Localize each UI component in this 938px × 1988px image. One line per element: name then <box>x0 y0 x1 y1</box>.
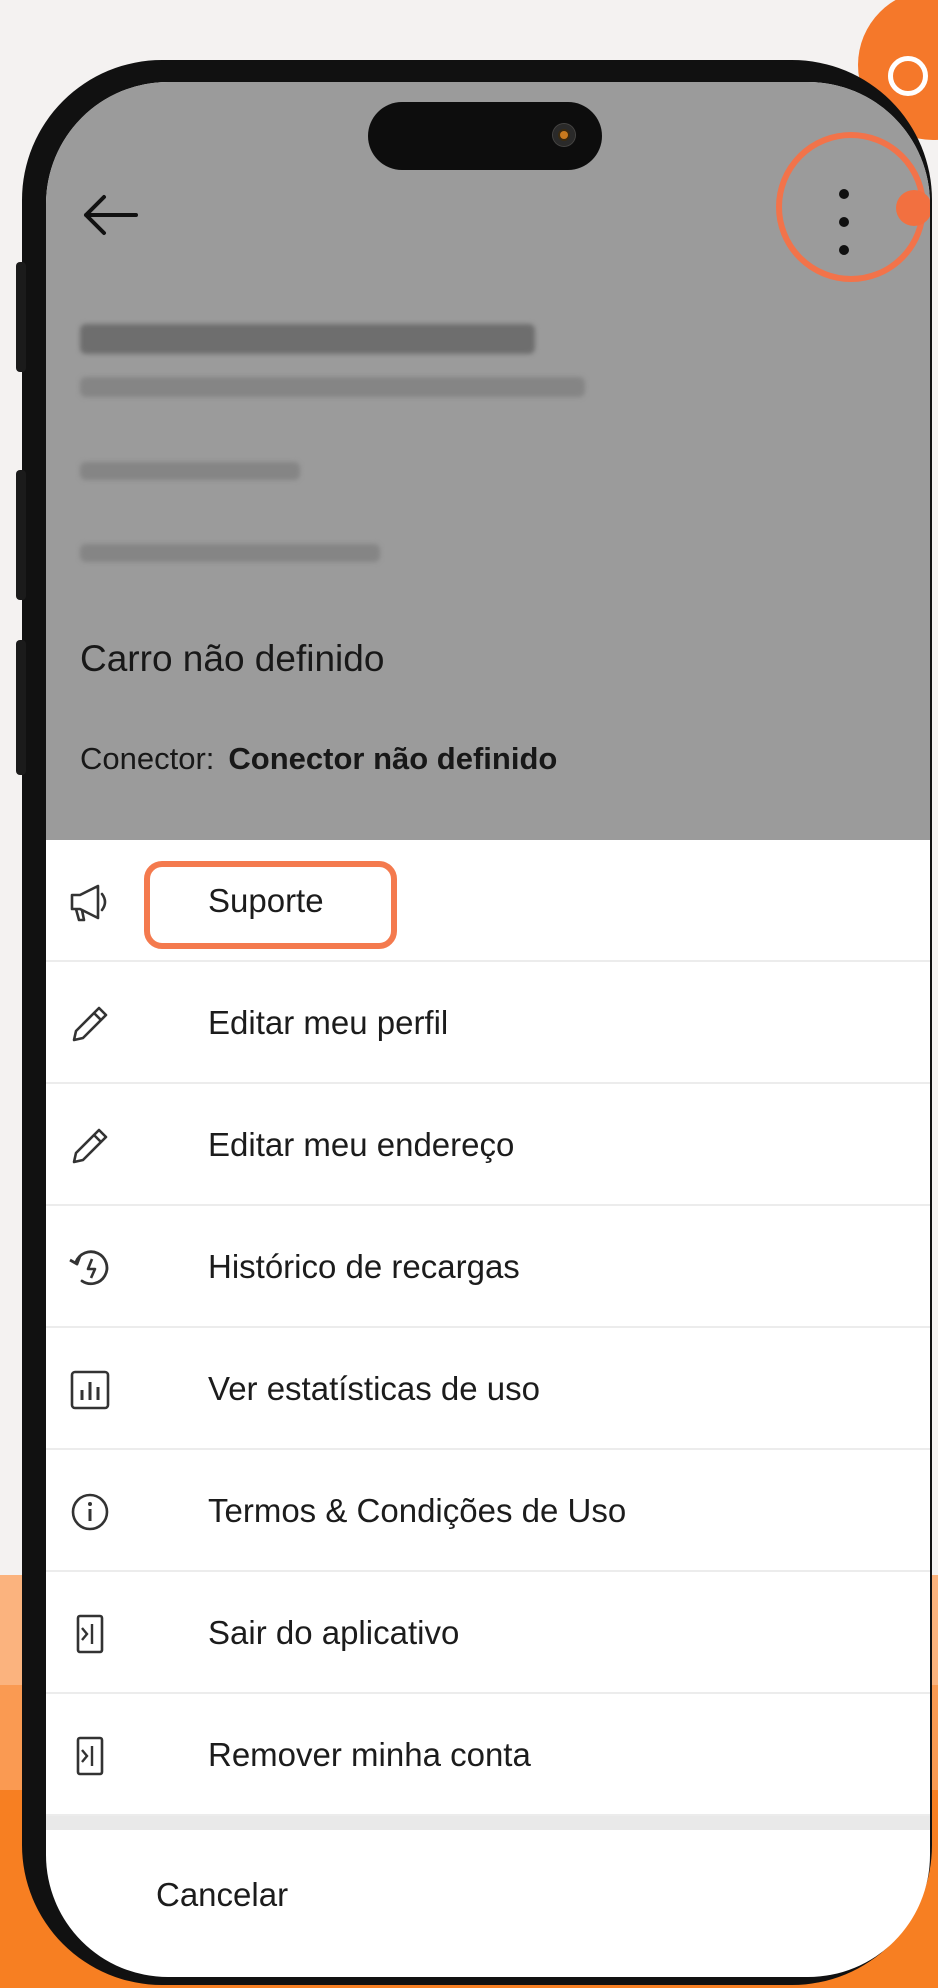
camera-icon <box>553 124 575 146</box>
menu-item-label: Termos & Condições de Uso <box>208 1492 627 1529</box>
connector-value: Conector não definido <box>228 741 558 776</box>
exit-icon <box>76 1614 104 1654</box>
pencil-icon <box>72 1128 108 1164</box>
menu-item-label: Suporte <box>208 882 324 919</box>
menu-item-logout[interactable]: Sair do aplicativo <box>46 1572 930 1694</box>
history-icon <box>69 1250 109 1286</box>
menu-item-recharge-history[interactable]: Histórico de recargas <box>46 1206 930 1328</box>
pencil-icon <box>72 1006 108 1042</box>
arrow-left-icon[interactable] <box>80 192 140 238</box>
menu-item-label: Ver estatísticas de uso <box>208 1370 541 1407</box>
menu-item-support[interactable]: Suporte <box>46 840 930 962</box>
info-icon <box>71 1493 109 1531</box>
profile-overlay: Carro não definido Conector: Conector não… <box>46 82 930 840</box>
blurred-user-cpf <box>80 544 380 562</box>
menu-item-edit-profile[interactable]: Editar meu perfil <box>46 962 930 1084</box>
menu-divider <box>46 1816 930 1830</box>
bar-chart-icon <box>70 1370 110 1410</box>
options-menu: Suporte Editar meu perfil Editar meu end… <box>46 840 930 1970</box>
highlight-connector-dot <box>896 190 930 226</box>
car-status: Carro não definido <box>80 638 385 679</box>
blurred-user-phone <box>80 462 300 480</box>
exit-icon <box>76 1736 104 1776</box>
phone-side-button <box>16 640 26 775</box>
blurred-user-name <box>80 324 535 354</box>
dynamic-island <box>368 102 602 170</box>
menu-item-label: Editar meu endereço <box>208 1126 515 1163</box>
connector-status: Conector: Conector não definido <box>80 741 557 777</box>
menu-item-usage-stats[interactable]: Ver estatísticas de uso <box>46 1328 930 1450</box>
menu-item-label: Histórico de recargas <box>208 1248 520 1285</box>
cancel-button[interactable]: Cancelar <box>46 1830 930 1970</box>
phone-side-button <box>16 262 26 372</box>
menu-item-terms[interactable]: Termos & Condições de Uso <box>46 1450 930 1572</box>
phone-side-button <box>16 470 26 600</box>
cancel-label: Cancelar <box>156 1876 289 1913</box>
menu-item-label: Remover minha conta <box>208 1736 531 1773</box>
menu-item-remove-account[interactable]: Remover minha conta <box>46 1694 930 1816</box>
menu-item-edit-address[interactable]: Editar meu endereço <box>46 1084 930 1206</box>
phone-screen: Carro não definido Conector: Conector não… <box>46 82 930 1977</box>
megaphone-icon <box>70 884 107 922</box>
more-vertical-icon[interactable] <box>832 187 856 257</box>
menu-item-label: Sair do aplicativo <box>208 1614 460 1651</box>
menu-item-label: Editar meu perfil <box>208 1004 449 1041</box>
blurred-user-email <box>80 377 585 397</box>
connector-label: Conector: <box>80 741 215 776</box>
